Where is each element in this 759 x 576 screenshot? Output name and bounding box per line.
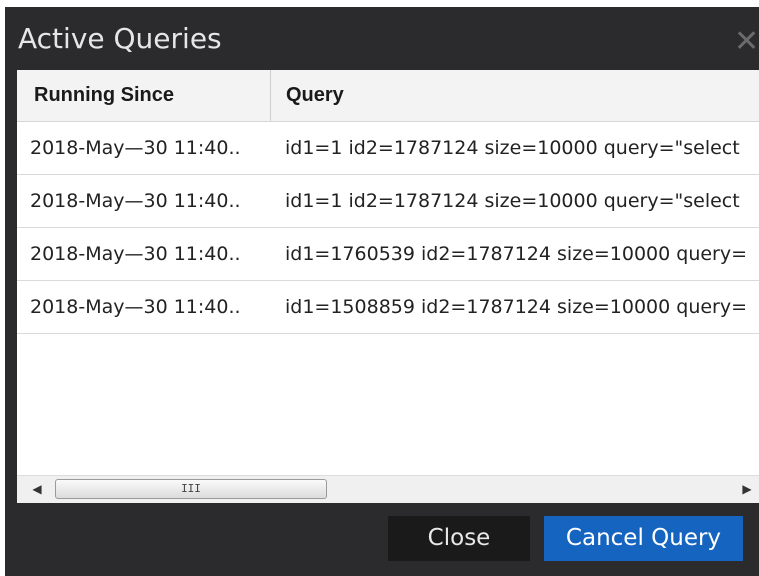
query-cell: id1=1 id2=1787124 size=10000 query="sele… (285, 190, 740, 212)
scrollbar-thumb[interactable]: III (55, 479, 327, 499)
table-row[interactable]: 2018-May—30 11:40.. id1=1508859 id2=1787… (17, 281, 759, 334)
query-cell: id1=1508859 id2=1787124 size=10000 query… (285, 296, 748, 318)
close-button[interactable]: Close (388, 516, 530, 561)
queries-table: Running Since Query 2018-May—30 11:40.. … (17, 70, 759, 503)
table-row[interactable]: 2018-May—30 11:40.. id1=1 id2=1787124 si… (17, 175, 759, 228)
column-header-query[interactable]: Query (286, 70, 344, 121)
table-header: Running Since Query (17, 70, 759, 122)
active-queries-dialog: Active Queries ✕ Running Since Query 201… (5, 7, 759, 576)
close-icon[interactable]: ✕ (734, 27, 759, 57)
table-row[interactable]: 2018-May—30 11:40.. id1=1760539 id2=1787… (17, 228, 759, 281)
column-divider[interactable] (270, 70, 271, 121)
running-since-cell: 2018-May—30 11:40.. (30, 190, 241, 212)
cancel-query-button[interactable]: Cancel Query (544, 516, 743, 561)
scroll-right-arrow-icon[interactable]: ▶ (737, 478, 757, 500)
dialog-titlebar: Active Queries ✕ (5, 7, 759, 70)
column-header-running-since[interactable]: Running Since (34, 70, 174, 121)
query-cell: id1=1760539 id2=1787124 size=10000 query… (285, 243, 748, 265)
query-cell: id1=1 id2=1787124 size=10000 query="sele… (285, 137, 740, 159)
running-since-cell: 2018-May—30 11:40.. (30, 137, 241, 159)
dialog-title: Active Queries (18, 22, 222, 55)
running-since-cell: 2018-May—30 11:40.. (30, 243, 241, 265)
running-since-cell: 2018-May—30 11:40.. (30, 296, 241, 318)
horizontal-scrollbar[interactable]: ◀ III ▶ (17, 475, 759, 503)
scrollbar-grip: III (181, 482, 201, 495)
scroll-left-arrow-icon[interactable]: ◀ (27, 478, 47, 500)
table-row[interactable]: 2018-May—30 11:40.. id1=1 id2=1787124 si… (17, 122, 759, 175)
